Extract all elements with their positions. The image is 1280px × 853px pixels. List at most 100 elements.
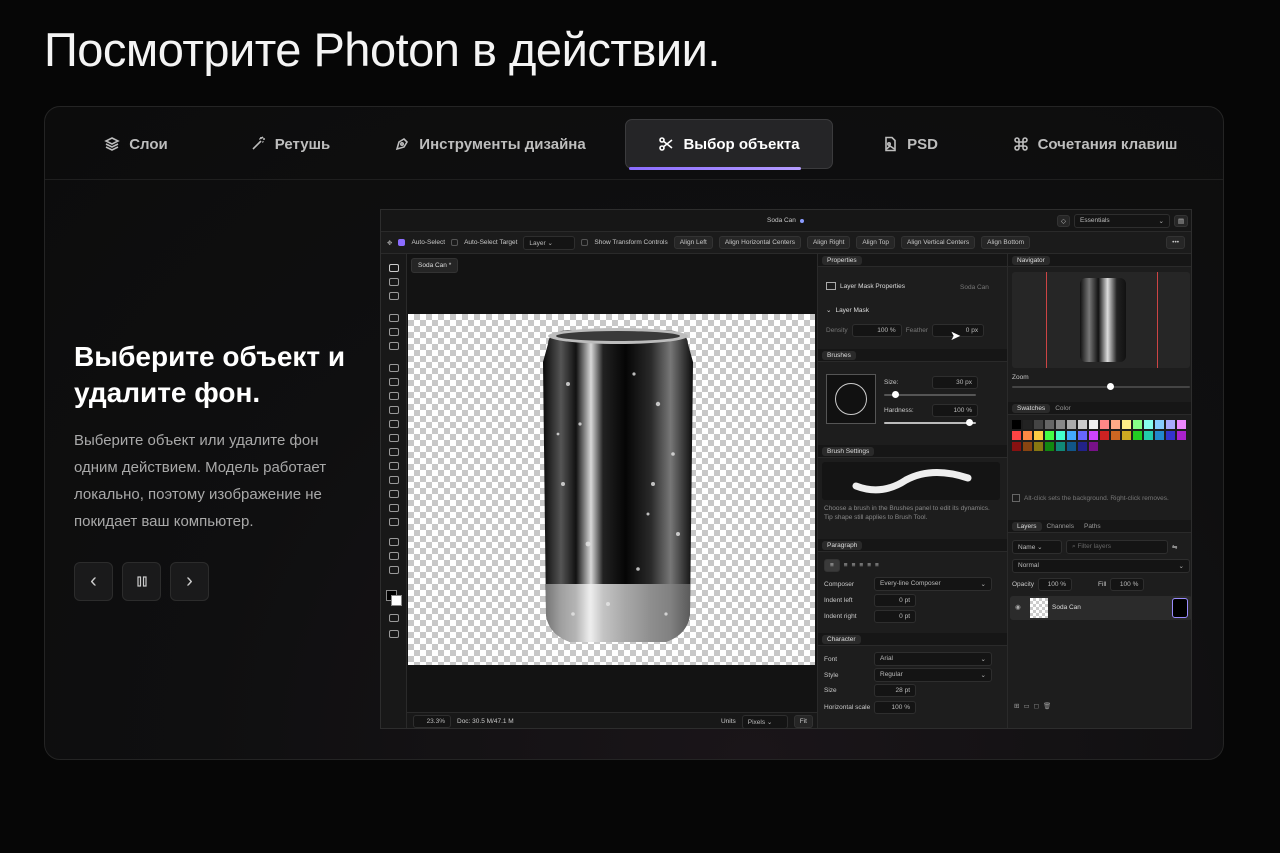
stamp-tool-icon[interactable] — [389, 392, 399, 400]
marquee-tool-icon[interactable] — [389, 278, 399, 286]
color-swatch[interactable] — [1078, 442, 1087, 451]
color-swatch[interactable] — [1067, 420, 1076, 429]
transparent-canvas[interactable] — [408, 314, 815, 665]
layer-mask-thumbnail[interactable] — [1172, 598, 1188, 618]
canvas-area[interactable]: Soda Can * 23.3% Doc: 30.5 M/47.1 M Unit… — [407, 254, 817, 728]
indent-right-field[interactable]: 0 pt — [874, 610, 916, 623]
align-vcenters-button[interactable]: Align Vertical Centers — [901, 236, 976, 249]
hand-tool-icon[interactable] — [389, 538, 399, 546]
color-swatch[interactable] — [1111, 431, 1120, 440]
auto-select-target-checkbox[interactable] — [451, 239, 459, 246]
path-select-tool-icon[interactable] — [389, 504, 399, 512]
color-swatch[interactable] — [1177, 431, 1186, 440]
tab-layers[interactable]: Слои — [81, 119, 191, 169]
color-swatch[interactable] — [1133, 420, 1142, 429]
align-right-text-icon[interactable]: ≡ — [852, 562, 856, 569]
filter-layers-input[interactable]: ⌕ Filter layers — [1066, 540, 1168, 554]
paragraph-tab[interactable]: Paragraph — [822, 540, 863, 550]
opacity-field[interactable]: 100 % — [1038, 578, 1073, 591]
history-brush-tool-icon[interactable] — [389, 406, 399, 414]
brush-tool-icon[interactable] — [389, 378, 399, 386]
navigator-zoom-slider[interactable] — [1012, 383, 1190, 390]
zoom-tool-icon[interactable] — [389, 552, 399, 560]
add-swatch-icon[interactable] — [1012, 494, 1020, 502]
workspace-select[interactable]: Essentials ⌄ — [1074, 214, 1170, 228]
hardness-field[interactable]: 100 % — [932, 404, 978, 417]
color-swatch[interactable] — [1045, 431, 1054, 440]
eraser-tool-icon[interactable] — [389, 420, 399, 428]
color-swatch[interactable] — [1012, 420, 1021, 429]
layer-mask-section[interactable]: ⌄ Layer Mask — [826, 306, 869, 315]
fill-field[interactable]: 100 % — [1110, 578, 1145, 591]
layer-row[interactable]: ◉ Soda Can — [1010, 596, 1191, 620]
filter-kind-select[interactable]: Name ⌄ — [1012, 540, 1062, 554]
color-swatch[interactable] — [1155, 431, 1164, 440]
paths-tab[interactable]: Paths — [1079, 522, 1106, 531]
justify-text-icon[interactable]: ≡ — [859, 562, 863, 569]
more-options-icon[interactable]: ••• — [1166, 236, 1185, 249]
background-color-swatch[interactable] — [391, 595, 402, 606]
trash-icon[interactable]: ▤ — [1174, 215, 1189, 227]
color-swatch[interactable] — [1056, 420, 1065, 429]
color-swatch[interactable] — [1078, 431, 1087, 440]
color-swatch[interactable] — [1122, 420, 1131, 429]
folder-icon[interactable]: ▭ — [1023, 702, 1029, 710]
color-swatch[interactable] — [1089, 420, 1098, 429]
color-swatch[interactable] — [1045, 420, 1054, 429]
color-swatch[interactable] — [1111, 420, 1120, 429]
next-button[interactable]: › — [170, 562, 209, 601]
navigator-tab[interactable]: Navigator — [1012, 255, 1050, 265]
color-swatch[interactable] — [1166, 420, 1175, 429]
char-size-field[interactable]: 28 pt — [874, 684, 916, 697]
hscale-field[interactable]: 100 % — [874, 701, 916, 714]
color-swatch[interactable] — [1144, 420, 1153, 429]
indent-left-field[interactable]: 0 pt — [874, 594, 916, 607]
properties-tab[interactable]: Properties — [822, 255, 862, 265]
color-swatch[interactable] — [1166, 431, 1175, 440]
mask-add-icon[interactable]: ◻ — [1034, 702, 1039, 710]
more-tools-icon[interactable] — [389, 566, 399, 574]
color-swatch[interactable] — [1034, 420, 1043, 429]
move-tool-icon[interactable] — [389, 264, 399, 272]
prev-button[interactable]: ‹ — [74, 562, 113, 601]
tab-design-tools[interactable]: Инструменты дизайна — [385, 119, 595, 169]
color-swatch[interactable] — [1023, 420, 1032, 429]
filter-toggle-icon[interactable]: ⇋ — [1172, 543, 1177, 551]
slider-knob[interactable] — [892, 391, 899, 398]
brush-settings-tab[interactable]: Brush Settings — [822, 446, 875, 456]
color-swatch[interactable] — [1023, 431, 1032, 440]
align-top-button[interactable]: Align Top — [856, 236, 896, 249]
swatches-tab[interactable]: Swatches — [1012, 403, 1051, 413]
align-right-button[interactable]: Align Right — [806, 236, 851, 249]
tab-shortcuts[interactable]: Сочетания клавиш — [1005, 119, 1185, 169]
navigator-preview[interactable] — [1012, 272, 1190, 368]
slider-knob[interactable] — [1106, 383, 1114, 390]
eyedropper-tool-icon[interactable] — [389, 342, 399, 350]
dodge-tool-icon[interactable] — [389, 462, 399, 470]
quick-mask-icon[interactable] — [389, 614, 399, 622]
color-swatch[interactable] — [1012, 442, 1021, 451]
color-swatch[interactable] — [1045, 442, 1054, 451]
composer-select[interactable]: Every-line Composer ⌄ — [874, 577, 992, 591]
tab-retouch[interactable]: Ретушь — [225, 119, 355, 169]
justify-last-icon[interactable]: ≡ — [867, 562, 871, 569]
color-swatch[interactable] — [1177, 420, 1186, 429]
target-select[interactable]: Layer ⌄ — [523, 235, 576, 250]
justify-all-icon[interactable]: ≡ — [875, 562, 879, 569]
color-swatch[interactable] — [1078, 420, 1087, 429]
color-swatch[interactable] — [1056, 431, 1065, 440]
screen-mode-icon[interactable] — [389, 630, 399, 638]
color-swatch[interactable] — [1144, 431, 1153, 440]
color-swatch[interactable] — [1034, 431, 1043, 440]
color-tab[interactable]: Color — [1050, 404, 1076, 413]
layers-tab[interactable]: Layers — [1012, 521, 1042, 531]
tab-psd[interactable]: PSD — [865, 119, 955, 169]
object-select-tool-icon[interactable] — [389, 292, 399, 300]
font-select[interactable]: Arial ⌄ — [874, 652, 992, 666]
pause-button[interactable] — [122, 562, 161, 601]
brush-size-field[interactable]: 30 px — [932, 376, 978, 389]
blend-mode-select[interactable]: Normal ⌄ — [1012, 559, 1190, 573]
color-swatch[interactable] — [1100, 420, 1109, 429]
brushes-tab[interactable]: Brushes — [822, 350, 856, 360]
color-swatch[interactable] — [1056, 442, 1065, 451]
